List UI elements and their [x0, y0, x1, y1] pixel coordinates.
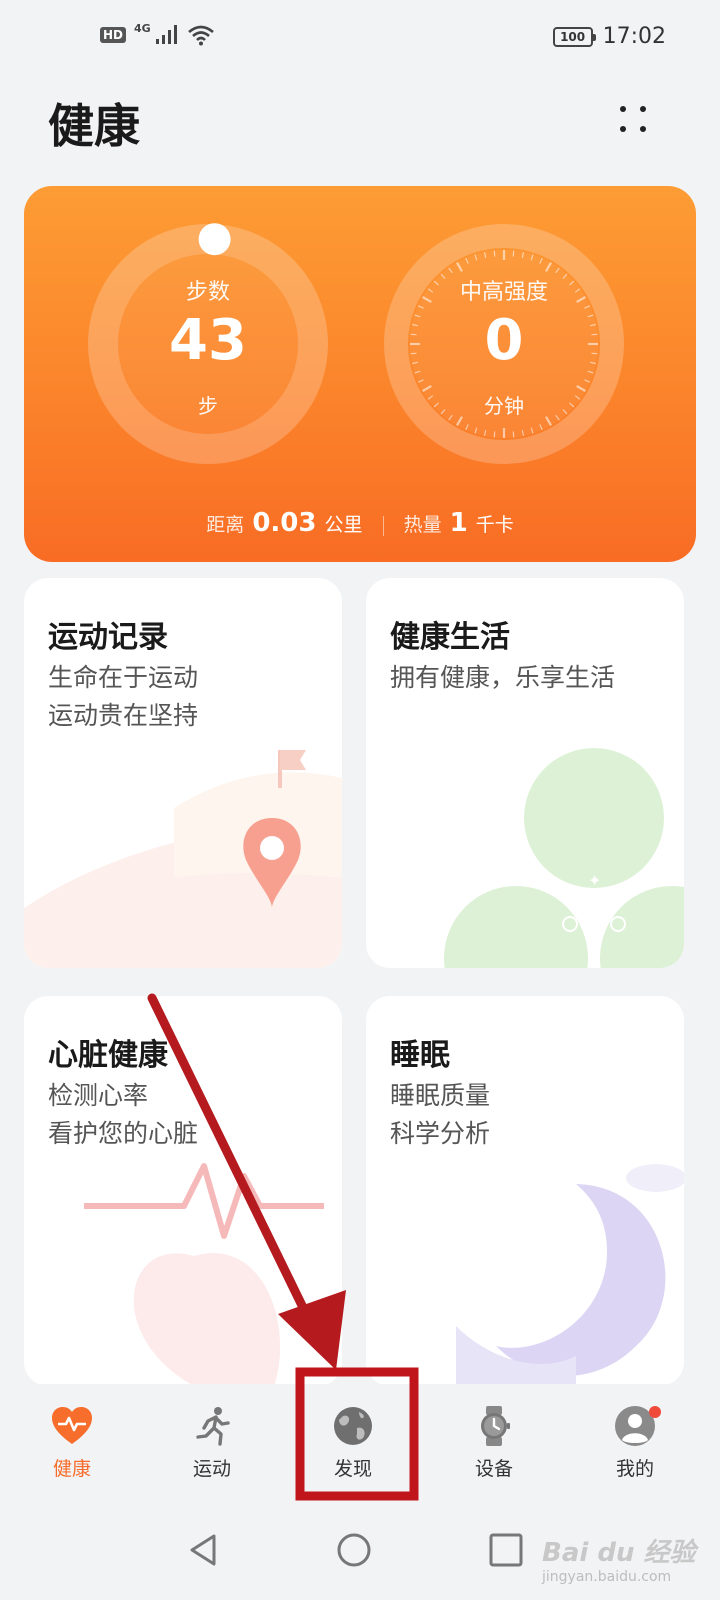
bottom-navigation: 健康 运动 发现 设备 我的 [0, 1384, 720, 1494]
distance-value: 0.03 [252, 508, 317, 538]
nav-label: 我的 [615, 1458, 654, 1480]
steps-unit: 步 [198, 394, 218, 418]
nav-label: 设备 [474, 1458, 513, 1480]
card-subtitle: 睡眠质量 [390, 1081, 491, 1110]
activity-summary-card[interactable]: 步数 43 步 中高强度 0 分钟 距离 0.03 公里 热量 1 千卡 [24, 186, 696, 562]
activity-summary-row: 距离 0.03 公里 热量 1 千卡 [24, 508, 696, 538]
steps-text: 步数 43 步 [86, 222, 330, 466]
steps-value: 43 [169, 308, 247, 373]
intensity-unit: 分钟 [484, 394, 524, 418]
nav-label: 发现 [333, 1458, 372, 1480]
sleep-card[interactable]: 睡眠 睡眠质量 科学分析 [366, 996, 684, 1386]
calories-label: 热量 [403, 514, 442, 536]
signal-icon [155, 25, 177, 44]
intensity-label: 中高强度 [459, 280, 548, 305]
running-icon [196, 1407, 230, 1446]
status-bar: HD 4G 100 17:02 [0, 0, 720, 80]
distance-label: 距离 [206, 514, 245, 536]
card-title: 心脏健康 [48, 1038, 168, 1073]
calories-unit: 千卡 [475, 514, 514, 536]
calories-value: 1 [449, 508, 468, 538]
heart-pulse-icon [52, 1407, 92, 1444]
more-dot [640, 106, 646, 112]
intensity-value: 0 [484, 308, 524, 373]
card-subtitle: 拥有健康，乐享生活 [390, 663, 616, 692]
home-icon[interactable] [332, 1528, 376, 1572]
clock: 17:02 [602, 24, 666, 49]
wifi-icon [187, 25, 214, 46]
card-title: 运动记录 [48, 620, 168, 655]
card-subtitle: 科学分析 [390, 1119, 491, 1148]
nav-tab-devices[interactable]: 设备 [444, 1404, 544, 1481]
nav-label: 健康 [52, 1458, 91, 1480]
status-right: 100 17:02 [552, 24, 666, 49]
card-subtitle: 运动贵在坚持 [48, 701, 199, 730]
status-left: HD 4G [100, 21, 215, 46]
nav-tab-me[interactable]: 我的 [585, 1404, 685, 1481]
svg-text:✦: ✦ [588, 871, 601, 890]
card-title: 健康生活 [390, 620, 510, 655]
card-subtitle: 看护您的心脏 [48, 1119, 199, 1148]
nav-tab-health[interactable]: 健康 [22, 1404, 122, 1481]
recents-icon[interactable] [484, 1528, 528, 1572]
back-icon[interactable] [182, 1528, 226, 1572]
steps-label: 步数 [185, 280, 230, 305]
more-dot [620, 126, 626, 132]
hd-badge: HD [100, 27, 127, 43]
baidu-jingyan-watermark: Bai du 经验 jingyan.baidu.com [542, 1532, 696, 1585]
nav-tab-exercise[interactable]: 运动 [162, 1404, 262, 1481]
steps-ring[interactable]: 步数 43 步 [86, 222, 330, 466]
page-title: 健康 [48, 99, 140, 153]
battery-level: 100 [560, 29, 586, 44]
healthy-living-card[interactable]: ✦ 健康生活 拥有健康，乐享生活 [366, 578, 684, 968]
nav-label: 运动 [192, 1458, 231, 1480]
heart-health-card[interactable]: 心脏健康 检测心率 看护您的心脏 [24, 996, 342, 1386]
more-dot [640, 126, 646, 132]
card-subtitle: 检测心率 [48, 1081, 149, 1110]
watermark-url: jingyan.baidu.com [542, 1569, 672, 1585]
card-subtitle: 生命在于运动 [48, 663, 199, 692]
nav-tab-discover[interactable]: 发现 [303, 1404, 403, 1481]
summary-divider [382, 515, 384, 536]
notification-badge [649, 1406, 661, 1418]
distance-unit: 公里 [324, 514, 363, 536]
battery-icon: 100 [552, 26, 596, 47]
more-dot [620, 106, 626, 112]
watermark-logo: Bai du 经验 [542, 1538, 696, 1568]
exercise-record-card[interactable]: 运动记录 生命在于运动 运动贵在坚持 [24, 578, 342, 968]
globe-icon [334, 1407, 372, 1445]
intensity-text: 中高强度 0 分钟 [382, 222, 626, 466]
intensity-ring[interactable]: 中高强度 0 分钟 [382, 222, 626, 466]
watch-icon [481, 1406, 510, 1446]
card-title: 睡眠 [390, 1038, 450, 1073]
network-type: 4G [134, 21, 151, 35]
more-options-icon[interactable] [610, 100, 654, 144]
